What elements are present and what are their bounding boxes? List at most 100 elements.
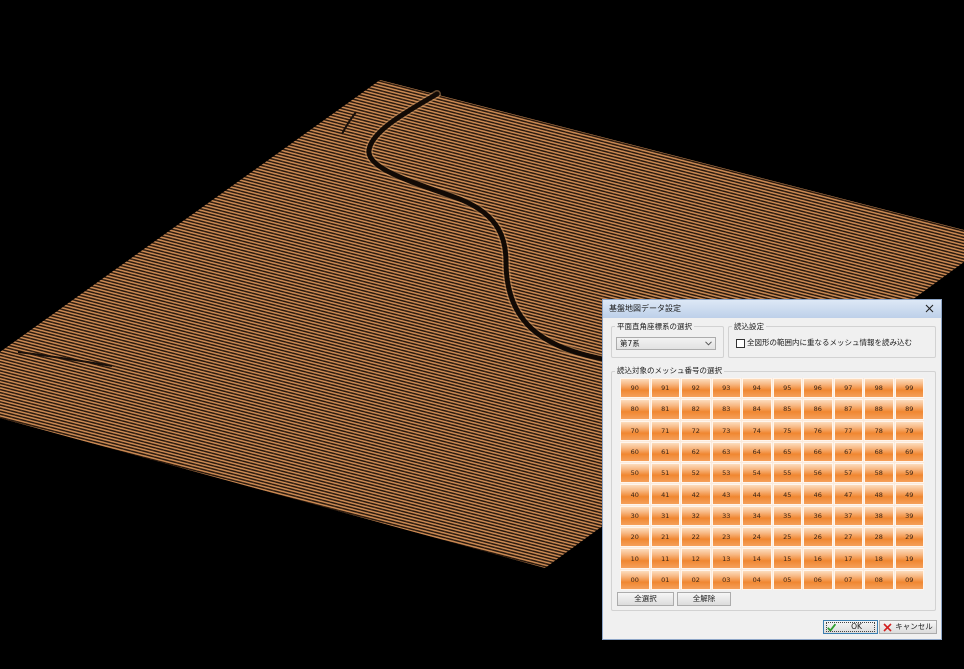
mesh-cell-49[interactable]: 49 — [894, 484, 924, 505]
mesh-cell-03[interactable]: 03 — [711, 569, 741, 590]
mesh-cell-65[interactable]: 65 — [772, 441, 802, 463]
mesh-cell-02[interactable]: 02 — [681, 569, 711, 590]
mesh-cell-38[interactable]: 38 — [864, 505, 894, 527]
mesh-cell-57[interactable]: 57 — [833, 463, 863, 484]
mesh-cell-79[interactable]: 79 — [894, 420, 924, 441]
mesh-cell-60[interactable]: 60 — [620, 441, 650, 463]
mesh-cell-50[interactable]: 50 — [620, 463, 650, 484]
ok-button[interactable]: OK — [823, 620, 878, 634]
mesh-cell-85[interactable]: 85 — [772, 399, 802, 420]
close-icon[interactable] — [925, 304, 934, 313]
mesh-cell-95[interactable]: 95 — [772, 378, 802, 399]
mesh-cell-52[interactable]: 52 — [681, 463, 711, 484]
mesh-cell-45[interactable]: 45 — [772, 484, 802, 505]
mesh-cell-98[interactable]: 98 — [864, 378, 894, 399]
mesh-cell-04[interactable]: 04 — [742, 569, 772, 590]
mesh-cell-30[interactable]: 30 — [620, 505, 650, 527]
mesh-cell-70[interactable]: 70 — [620, 420, 650, 441]
mesh-cell-26[interactable]: 26 — [803, 527, 833, 548]
mesh-cell-76[interactable]: 76 — [803, 420, 833, 441]
mesh-cell-43[interactable]: 43 — [711, 484, 741, 505]
mesh-cell-19[interactable]: 19 — [894, 548, 924, 569]
mesh-cell-25[interactable]: 25 — [772, 527, 802, 548]
mesh-cell-28[interactable]: 28 — [864, 527, 894, 548]
mesh-cell-31[interactable]: 31 — [650, 505, 680, 527]
clear-all-button[interactable]: 全解除 — [677, 592, 731, 606]
mesh-cell-22[interactable]: 22 — [681, 527, 711, 548]
mesh-cell-37[interactable]: 37 — [833, 505, 863, 527]
mesh-cell-67[interactable]: 67 — [833, 441, 863, 463]
mesh-cell-00[interactable]: 00 — [620, 569, 650, 590]
mesh-cell-44[interactable]: 44 — [742, 484, 772, 505]
mesh-cell-51[interactable]: 51 — [650, 463, 680, 484]
mesh-cell-24[interactable]: 24 — [742, 527, 772, 548]
mesh-cell-73[interactable]: 73 — [711, 420, 741, 441]
mesh-cell-75[interactable]: 75 — [772, 420, 802, 441]
cancel-button[interactable]: キャンセル — [879, 620, 937, 634]
mesh-cell-33[interactable]: 33 — [711, 505, 741, 527]
mesh-cell-66[interactable]: 66 — [803, 441, 833, 463]
mesh-cell-68[interactable]: 68 — [864, 441, 894, 463]
mesh-cell-16[interactable]: 16 — [803, 548, 833, 569]
mesh-cell-80[interactable]: 80 — [620, 399, 650, 420]
mesh-cell-64[interactable]: 64 — [742, 441, 772, 463]
mesh-cell-61[interactable]: 61 — [650, 441, 680, 463]
mesh-cell-40[interactable]: 40 — [620, 484, 650, 505]
mesh-cell-93[interactable]: 93 — [711, 378, 741, 399]
mesh-cell-18[interactable]: 18 — [864, 548, 894, 569]
mesh-cell-17[interactable]: 17 — [833, 548, 863, 569]
mesh-cell-01[interactable]: 01 — [650, 569, 680, 590]
mesh-cell-74[interactable]: 74 — [742, 420, 772, 441]
mesh-cell-72[interactable]: 72 — [681, 420, 711, 441]
mesh-cell-34[interactable]: 34 — [742, 505, 772, 527]
mesh-cell-54[interactable]: 54 — [742, 463, 772, 484]
mesh-cell-91[interactable]: 91 — [650, 378, 680, 399]
mesh-cell-27[interactable]: 27 — [833, 527, 863, 548]
mesh-cell-13[interactable]: 13 — [711, 548, 741, 569]
mesh-cell-58[interactable]: 58 — [864, 463, 894, 484]
mesh-cell-89[interactable]: 89 — [894, 399, 924, 420]
mesh-cell-99[interactable]: 99 — [894, 378, 924, 399]
mesh-cell-81[interactable]: 81 — [650, 399, 680, 420]
mesh-cell-55[interactable]: 55 — [772, 463, 802, 484]
mesh-cell-10[interactable]: 10 — [620, 548, 650, 569]
mesh-cell-47[interactable]: 47 — [833, 484, 863, 505]
coordinate-system-dropdown[interactable]: 第7系 — [616, 337, 716, 350]
mesh-cell-88[interactable]: 88 — [864, 399, 894, 420]
mesh-cell-62[interactable]: 62 — [681, 441, 711, 463]
mesh-cell-14[interactable]: 14 — [742, 548, 772, 569]
mesh-cell-08[interactable]: 08 — [864, 569, 894, 590]
select-all-button[interactable]: 全選択 — [617, 592, 674, 606]
mesh-cell-09[interactable]: 09 — [894, 569, 924, 590]
mesh-cell-69[interactable]: 69 — [894, 441, 924, 463]
mesh-cell-87[interactable]: 87 — [833, 399, 863, 420]
mesh-cell-83[interactable]: 83 — [711, 399, 741, 420]
mesh-cell-84[interactable]: 84 — [742, 399, 772, 420]
mesh-cell-21[interactable]: 21 — [650, 527, 680, 548]
mesh-cell-41[interactable]: 41 — [650, 484, 680, 505]
mesh-cell-96[interactable]: 96 — [803, 378, 833, 399]
dialog-titlebar[interactable]: 基盤地図データ設定 — [603, 300, 941, 318]
mesh-cell-39[interactable]: 39 — [894, 505, 924, 527]
mesh-cell-23[interactable]: 23 — [711, 527, 741, 548]
mesh-cell-12[interactable]: 12 — [681, 548, 711, 569]
mesh-cell-90[interactable]: 90 — [620, 378, 650, 399]
mesh-cell-46[interactable]: 46 — [803, 484, 833, 505]
load-overlapping-mesh-label[interactable]: 全図形の範囲内に重なるメッシュ情報を読み込む — [747, 338, 912, 347]
mesh-cell-59[interactable]: 59 — [894, 463, 924, 484]
mesh-cell-36[interactable]: 36 — [803, 505, 833, 527]
mesh-cell-78[interactable]: 78 — [864, 420, 894, 441]
mesh-cell-77[interactable]: 77 — [833, 420, 863, 441]
mesh-cell-15[interactable]: 15 — [772, 548, 802, 569]
mesh-cell-42[interactable]: 42 — [681, 484, 711, 505]
mesh-cell-82[interactable]: 82 — [681, 399, 711, 420]
mesh-cell-05[interactable]: 05 — [772, 569, 802, 590]
mesh-cell-94[interactable]: 94 — [742, 378, 772, 399]
mesh-cell-53[interactable]: 53 — [711, 463, 741, 484]
mesh-cell-63[interactable]: 63 — [711, 441, 741, 463]
load-overlapping-mesh-checkbox[interactable] — [736, 339, 745, 348]
mesh-cell-07[interactable]: 07 — [833, 569, 863, 590]
mesh-cell-32[interactable]: 32 — [681, 505, 711, 527]
mesh-cell-35[interactable]: 35 — [772, 505, 802, 527]
mesh-cell-48[interactable]: 48 — [864, 484, 894, 505]
